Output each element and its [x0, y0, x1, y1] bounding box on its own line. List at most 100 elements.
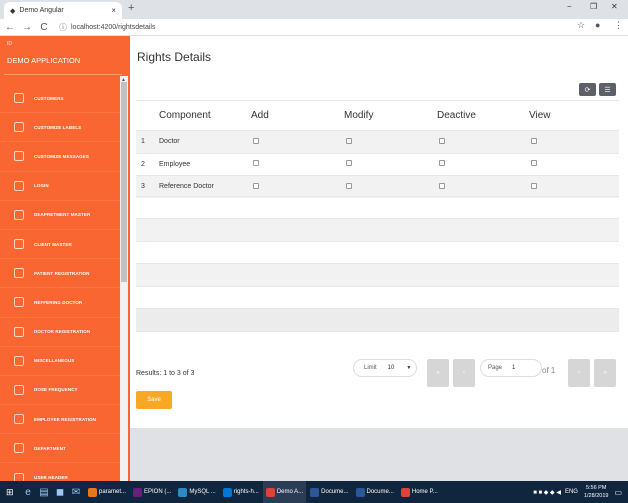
browser-toolbar: ← → C ⓘ localhost:4200/rightsdetails	[0, 19, 628, 36]
taskbar-app[interactable]: EPION (...	[130, 481, 174, 503]
add-checkbox[interactable]	[253, 137, 259, 144]
file-explorer-icon[interactable]: ▤	[36, 487, 52, 498]
taskbar-app-label: paramet...	[99, 489, 127, 495]
box-icon	[14, 122, 24, 133]
store-icon[interactable]: ◼	[52, 487, 68, 498]
sidebar-item-label: EMPLOYEE REGISTRATION	[34, 416, 97, 422]
sidebar-item-department[interactable]: DEPARTMENT	[0, 434, 120, 464]
add-checkbox[interactable]	[253, 160, 259, 167]
sidebar-item-label: CUSTOMIZE LABELS	[34, 124, 82, 130]
tab-close-icon[interactable]: ×	[111, 6, 116, 15]
mail-icon[interactable]: ✉	[68, 487, 84, 498]
app-icon	[355, 487, 365, 497]
sidebar-item-login[interactable]: LOGIN	[0, 172, 120, 201]
close-window-icon[interactable]: ✕	[611, 2, 618, 11]
column-header-add: Add	[251, 110, 269, 121]
view-checkbox[interactable]	[531, 160, 537, 167]
clock[interactable]: 5:56 PM 1/28/2019	[584, 484, 608, 500]
bookmark-star-icon[interactable]: ☆	[577, 20, 585, 31]
taskbar-app[interactable]: Home P...	[398, 481, 441, 503]
app-icon	[178, 487, 188, 497]
sidebar-item-label: CUSTOMERS	[34, 95, 64, 101]
box-icon	[14, 268, 24, 279]
last-page-button[interactable]: »	[594, 359, 616, 387]
modify-checkbox[interactable]	[346, 182, 352, 189]
new-tab-button[interactable]: +	[128, 2, 134, 14]
taskbar-app[interactable]: Docume...	[307, 481, 351, 503]
box-icon	[14, 239, 24, 250]
taskbar-app-label: Home P...	[411, 489, 438, 495]
angular-favicon-icon: ◆	[10, 7, 16, 15]
next-page-button[interactable]: ›	[568, 359, 590, 387]
list-view-button[interactable]: ☰	[599, 83, 616, 96]
refresh-button[interactable]: ⟳	[579, 83, 596, 96]
view-checkbox[interactable]	[531, 182, 537, 189]
box-icon	[14, 151, 24, 162]
component-name: Reference Doctor	[159, 183, 214, 191]
empty-row	[136, 331, 619, 354]
box-icon	[14, 180, 24, 191]
taskbar-app[interactable]: Docume...	[353, 481, 397, 503]
sidebar-item-customize-messages[interactable]: CUSTOMIZE MESSAGES	[0, 142, 120, 172]
language-indicator[interactable]: ENG	[565, 489, 578, 495]
notification-icon[interactable]: ▭	[614, 488, 622, 497]
profile-icon[interactable]: ●	[595, 20, 600, 30]
sidebar-item-user-header[interactable]: USER HEADER	[0, 463, 120, 481]
box-icon	[14, 384, 24, 395]
menu-dots-icon[interactable]: ⋮	[614, 20, 623, 31]
sidebar-item-miscellaneous[interactable]: MISCELLANEOUS	[0, 347, 120, 376]
sidebar-item-dose-frequency[interactable]: DOSE FREQUENCY	[0, 376, 120, 406]
deactive-checkbox[interactable]	[439, 137, 445, 144]
restore-icon[interactable]: ❐	[590, 2, 597, 11]
save-button[interactable]: Save	[136, 391, 172, 409]
reload-icon[interactable]: C	[37, 22, 51, 33]
taskbar-app[interactable]: rights-h...	[220, 481, 262, 503]
taskbar-app[interactable]: paramet...	[85, 481, 129, 503]
sidebar-item-client-master[interactable]: CLIENT MASTER	[0, 230, 120, 260]
first-page-button[interactable]: «	[427, 359, 449, 387]
scroll-up-icon[interactable]: ▲	[121, 77, 126, 83]
tray-icons[interactable]: ■ ■ ◆ ◆ ◀	[533, 489, 561, 496]
taskbar-app-label: MySQL ...	[189, 489, 216, 495]
address-bar[interactable]: ⓘ localhost:4200/rightsdetails	[59, 22, 155, 33]
component-name: Doctor	[159, 138, 180, 146]
forward-icon[interactable]: →	[20, 22, 34, 33]
sidebar-item-referring-doctor[interactable]: REFFERING DOCTOR	[0, 288, 120, 318]
sidebar-scrollbar-thumb[interactable]	[121, 82, 127, 282]
modify-checkbox[interactable]	[346, 160, 352, 167]
modify-checkbox[interactable]	[346, 137, 352, 144]
empty-row	[136, 308, 619, 331]
deactive-checkbox[interactable]	[439, 160, 445, 167]
sidebar-item-employee-registration[interactable]: EMPLOYEE REGISTRATION	[0, 405, 120, 435]
main-panel: Rights Details ⟳ ☰ Component Add Modify …	[130, 36, 628, 428]
column-header-component: Component	[159, 110, 211, 121]
taskbar-app[interactable]: MySQL ...	[175, 481, 218, 503]
component-name: Employee	[159, 160, 191, 168]
sidebar-item-doctor-registration[interactable]: DOCTOR REGISTRATION	[0, 318, 120, 347]
sidebar-item-customers[interactable]: CUSTOMERS	[0, 84, 120, 114]
column-header-deactive: Deactive	[437, 110, 476, 121]
edge-icon[interactable]: e	[20, 487, 36, 498]
add-checkbox[interactable]	[253, 182, 259, 189]
taskbar-app[interactable]: Demo A...	[262, 481, 307, 503]
prev-page-button[interactable]: ‹	[453, 359, 475, 387]
back-icon[interactable]: ←	[3, 22, 17, 33]
page-input[interactable]: Page 1	[480, 359, 542, 377]
column-header-view: View	[529, 110, 551, 121]
view-checkbox[interactable]	[531, 137, 537, 144]
browser-tab[interactable]: ◆ Demo Angular ×	[4, 2, 122, 19]
sidebar-item-customize-labels[interactable]: CUSTOMIZE LABELS	[0, 113, 120, 143]
sidebar: ID DEMO APPLICATION CUSTOMERS CUSTOMIZE …	[0, 36, 130, 481]
app-icon	[222, 487, 232, 497]
sidebar-item-patient-registration[interactable]: PATIENT REGISTRATION	[0, 259, 120, 289]
limit-value: 10	[387, 365, 395, 371]
windows-start-icon[interactable]: ⊞	[6, 487, 20, 498]
sidebar-item-department-master[interactable]: DEAPRETMENT MASTER	[0, 201, 120, 230]
deactive-checkbox[interactable]	[439, 182, 445, 189]
info-icon[interactable]: ⓘ	[59, 22, 67, 33]
sidebar-menu: CUSTOMERS CUSTOMIZE LABELS CUSTOMIZE MES…	[0, 84, 120, 481]
minimize-icon[interactable]: −	[567, 2, 572, 11]
sidebar-item-label: PATIENT REGISTRATION	[34, 270, 90, 276]
table-row: 3 Reference Doctor	[136, 175, 619, 198]
limit-select[interactable]: Limit 10 ▼	[353, 359, 417, 377]
